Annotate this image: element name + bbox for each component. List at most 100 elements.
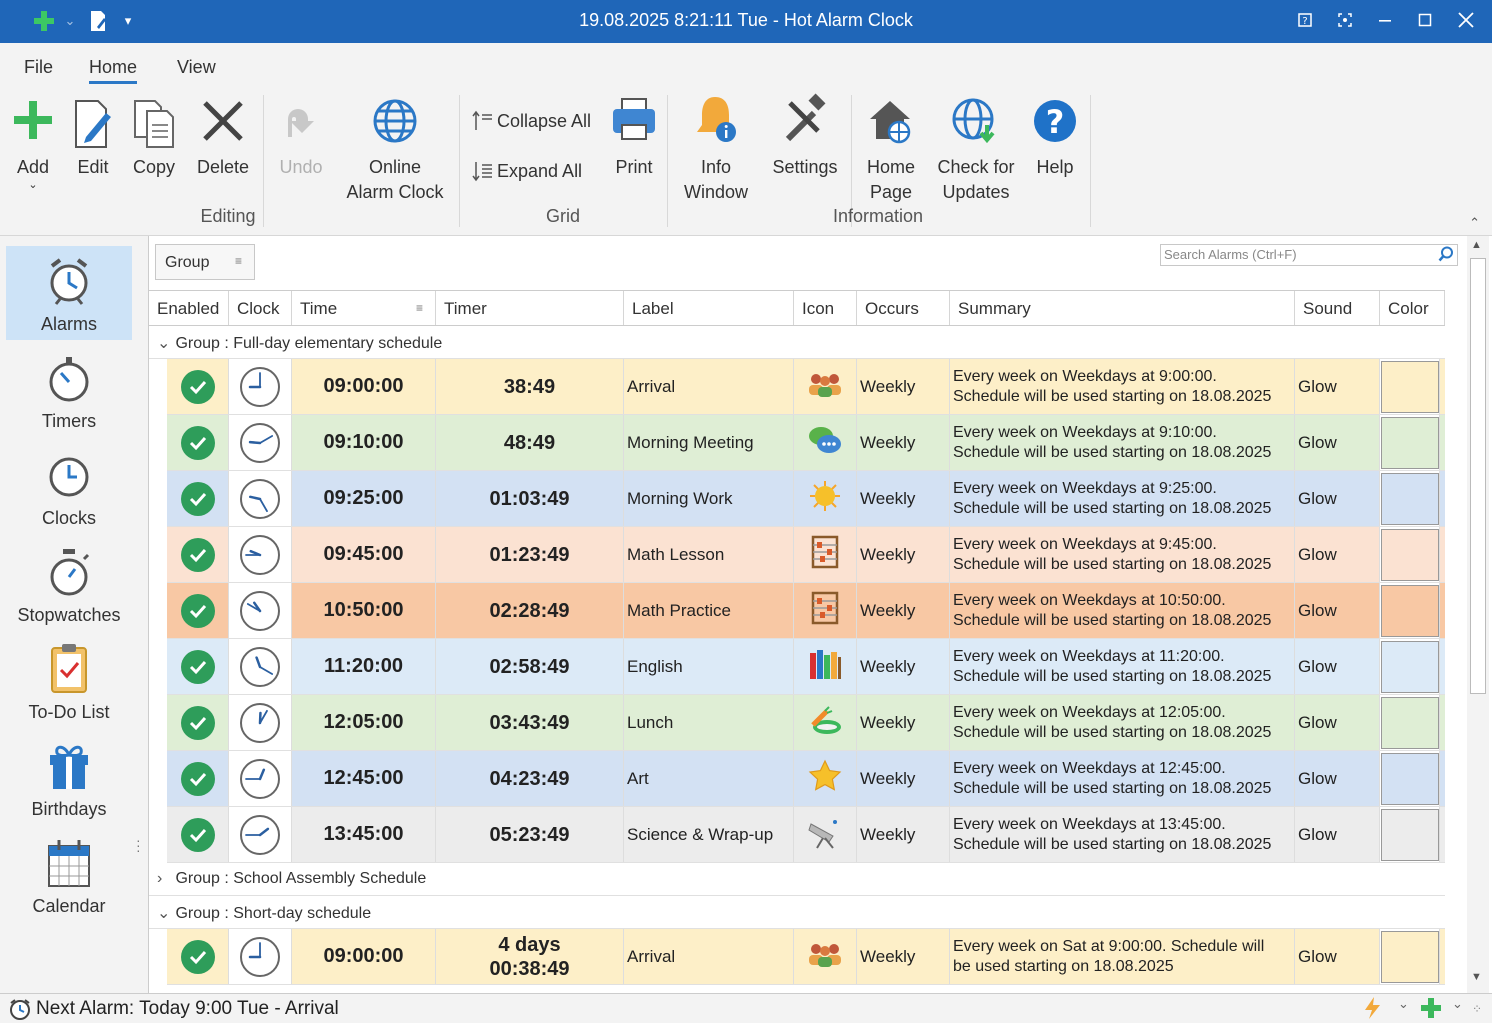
settings-button[interactable]: Settings xyxy=(766,89,844,180)
color-swatch[interactable] xyxy=(1380,360,1439,413)
enabled-cell[interactable] xyxy=(167,929,229,984)
color-swatch[interactable] xyxy=(1380,808,1439,861)
online-alarm-clock-button[interactable]: Online Alarm Clock xyxy=(340,89,450,205)
enabled-check-icon[interactable] xyxy=(180,481,215,516)
color-cell[interactable] xyxy=(1380,471,1440,526)
menu-view[interactable]: View xyxy=(177,57,216,81)
plus-icon[interactable] xyxy=(1420,997,1442,1023)
minimize-button[interactable] xyxy=(1365,0,1405,40)
enabled-check-icon[interactable] xyxy=(180,425,215,460)
nav-todo-list[interactable]: To-Do List xyxy=(6,634,132,728)
color-swatch[interactable] xyxy=(1380,528,1439,581)
scroll-down-icon[interactable]: ▼ xyxy=(1471,971,1482,983)
col-sound[interactable]: Sound xyxy=(1295,291,1380,325)
enabled-check-icon[interactable] xyxy=(180,369,215,404)
color-cell[interactable] xyxy=(1380,929,1440,984)
nav-birthdays[interactable]: Birthdays xyxy=(6,731,132,825)
col-occurs[interactable]: Occurs xyxy=(857,291,950,325)
vertical-scrollbar[interactable]: ▲ ▼ xyxy=(1467,236,1489,993)
table-row[interactable]: 09:45:00 01:23:49 Math Lesson Weekly Eve… xyxy=(167,527,1445,583)
enabled-check-icon[interactable] xyxy=(180,939,215,974)
collapse-all-button[interactable]: Collapse All xyxy=(470,109,591,133)
nav-calendar[interactable]: Calendar xyxy=(6,828,132,922)
table-row[interactable]: 12:45:00 04:23:49 Art Weekly Every week … xyxy=(167,751,1445,807)
enabled-cell[interactable] xyxy=(167,639,229,694)
color-cell[interactable] xyxy=(1380,527,1440,582)
group-by-chip[interactable]: Group ≡ xyxy=(155,244,255,280)
enabled-check-icon[interactable] xyxy=(180,593,215,628)
color-cell[interactable] xyxy=(1380,359,1440,414)
group-row-short-day[interactable]: ⌄ Group : Short-day schedule xyxy=(149,896,1445,929)
color-cell[interactable] xyxy=(1380,695,1440,750)
table-row[interactable]: 09:10:00 48:49 Morning Meeting Weekly Ev… xyxy=(167,415,1445,471)
enabled-cell[interactable] xyxy=(167,583,229,638)
color-cell[interactable] xyxy=(1380,807,1440,862)
table-row[interactable]: 09:00:00 4 days 00:38:49 Arrival Weekly E… xyxy=(167,929,1445,985)
enabled-check-icon[interactable] xyxy=(180,537,215,572)
scroll-up-icon[interactable]: ▲ xyxy=(1471,239,1482,251)
nav-stopwatches[interactable]: Stopwatches xyxy=(6,537,132,631)
col-summary[interactable]: Summary xyxy=(950,291,1295,325)
check-for-updates-button[interactable]: Check for Updates xyxy=(930,89,1022,205)
enabled-cell[interactable] xyxy=(167,359,229,414)
col-icon[interactable]: Icon xyxy=(794,291,857,325)
maximize-button[interactable] xyxy=(1405,0,1445,40)
enabled-cell[interactable] xyxy=(167,527,229,582)
col-enabled[interactable]: Enabled xyxy=(149,291,229,325)
color-swatch[interactable] xyxy=(1380,416,1439,469)
add-button[interactable]: Add ⌄ xyxy=(8,89,58,191)
expand-all-button[interactable]: Expand All xyxy=(470,159,582,183)
copy-button[interactable]: Copy xyxy=(128,89,180,180)
table-row[interactable]: 11:20:00 02:58:49 English Weekly Every w… xyxy=(167,639,1445,695)
enabled-check-icon[interactable] xyxy=(180,817,215,852)
enabled-check-icon[interactable] xyxy=(180,761,215,796)
chevron-down-icon[interactable]: ⌄ xyxy=(1398,996,1409,1012)
color-swatch[interactable] xyxy=(1380,640,1439,693)
sidebar-resize-grip-icon[interactable]: · · · xyxy=(136,833,141,857)
enabled-cell[interactable] xyxy=(167,751,229,806)
search-icon[interactable] xyxy=(1438,246,1454,265)
home-page-button[interactable]: Home Page xyxy=(860,89,922,205)
focus-window-icon[interactable] xyxy=(1325,0,1365,40)
color-swatch[interactable] xyxy=(1380,584,1439,637)
enabled-cell[interactable] xyxy=(167,471,229,526)
table-row[interactable]: 09:25:00 01:03:49 Morning Work Weekly Ev… xyxy=(167,471,1445,527)
chevron-down-icon[interactable]: ⌄ xyxy=(157,333,171,353)
help-window-icon[interactable]: ? xyxy=(1285,0,1325,40)
delete-button[interactable]: Delete xyxy=(192,89,254,180)
color-cell[interactable] xyxy=(1380,415,1440,470)
col-time[interactable]: Time ≡ xyxy=(292,291,436,325)
col-clock[interactable]: Clock xyxy=(229,291,292,325)
color-swatch[interactable] xyxy=(1380,752,1439,805)
nav-alarms[interactable]: Alarms xyxy=(6,246,132,340)
table-row[interactable]: 13:45:00 05:23:49 Science & Wrap-up Week… xyxy=(167,807,1445,863)
resize-grip-icon[interactable]: ⁘ xyxy=(1472,1002,1482,1016)
col-label[interactable]: Label xyxy=(624,291,794,325)
close-button[interactable] xyxy=(1446,0,1486,40)
help-button[interactable]: ? Help xyxy=(1030,89,1080,180)
menu-file[interactable]: File xyxy=(24,57,53,81)
menu-home[interactable]: Home xyxy=(89,57,138,84)
edit-button[interactable]: Edit xyxy=(68,89,118,180)
col-color[interactable]: Color xyxy=(1380,291,1445,325)
enabled-check-icon[interactable] xyxy=(180,649,215,684)
color-swatch[interactable] xyxy=(1380,930,1439,983)
color-cell[interactable] xyxy=(1380,583,1440,638)
info-window-button[interactable]: Info Window xyxy=(676,89,756,205)
table-row[interactable]: 12:05:00 03:43:49 Lunch Weekly Every wee… xyxy=(167,695,1445,751)
nav-timers[interactable]: Timers xyxy=(6,343,132,437)
nav-clocks[interactable]: Clocks xyxy=(6,440,132,534)
enabled-check-icon[interactable] xyxy=(180,705,215,740)
chevron-down-icon[interactable]: ⌄ xyxy=(1452,996,1463,1012)
lightning-icon[interactable] xyxy=(1362,996,1384,1023)
search-input[interactable]: Search Alarms (Ctrl+F) xyxy=(1160,244,1458,266)
color-swatch[interactable] xyxy=(1380,696,1439,749)
group-row-full-day[interactable]: ⌄ Group : Full-day elementary schedule xyxy=(149,326,1445,359)
color-cell[interactable] xyxy=(1380,639,1440,694)
undo-button[interactable]: Undo xyxy=(272,89,330,180)
table-row[interactable]: 10:50:00 02:28:49 Math Practice Weekly E… xyxy=(167,583,1445,639)
enabled-cell[interactable] xyxy=(167,807,229,862)
color-cell[interactable] xyxy=(1380,751,1440,806)
group-row-assembly[interactable]: › Group : School Assembly Schedule xyxy=(149,863,1445,896)
chevron-right-icon[interactable]: › xyxy=(157,870,171,888)
